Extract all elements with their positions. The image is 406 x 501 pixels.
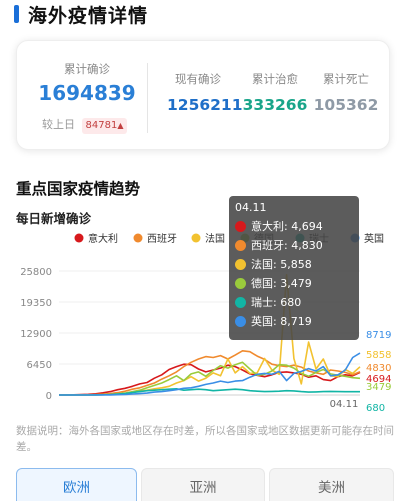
tooltip-row: 德国: 3,479 (235, 274, 353, 293)
tooltip-value: 意大利: 4,694 (251, 220, 323, 233)
chart-tooltip: 04.11 意大利: 4,694 西班牙: 4,830 法国: 5,858 德国: 3… (229, 196, 359, 340)
active-cases-value: 1256211 (167, 96, 243, 114)
tooltip-swatch (235, 240, 246, 251)
recovered-value: 333266 (242, 96, 308, 114)
legend-label: 英国 (364, 232, 384, 245)
y-tick-label: 19350 (20, 298, 52, 309)
tooltip-swatch (235, 297, 246, 308)
series-end-label: 3479 (366, 382, 391, 393)
tooltip-row: 法国: 5,858 (235, 255, 353, 274)
tooltip-swatch (235, 316, 246, 327)
confirmed-total-label: 累计确诊 (64, 62, 110, 76)
active-cases-label: 现有确诊 (175, 72, 221, 86)
x-axis-date-label: 04.11 (330, 399, 359, 410)
daily-change-value: 84781 (85, 120, 118, 131)
active-cases-stat: 现有确诊 1256211 (167, 71, 243, 114)
page-header: 海外疫情详情 (0, 0, 406, 28)
deaths-value: 105362 (313, 96, 379, 114)
tooltip-row: 意大利: 4,694 (235, 217, 353, 236)
page-title: 海外疫情详情 (28, 5, 149, 27)
deaths-label: 累计死亡 (323, 72, 369, 86)
legend-swatch (133, 233, 143, 243)
legend-label: 意大利 (88, 232, 118, 245)
trend-section-title: 重点国家疫情趋势 (16, 180, 141, 198)
series-end-label: 4830 (366, 363, 391, 374)
tooltip-value: 法国: 5,858 (251, 258, 312, 271)
y-tick-label: 6450 (27, 360, 52, 371)
tooltip-swatch (235, 278, 246, 289)
y-tick-label: 25800 (20, 267, 52, 278)
legend-swatch (191, 233, 201, 243)
legend-label: 法国 (205, 232, 225, 245)
tooltip-value: 西班牙: 4,830 (251, 239, 323, 252)
recovered-stat: 累计治愈 333266 (237, 71, 313, 114)
series-end-label: 5858 (366, 350, 391, 361)
card-divider (147, 63, 148, 133)
legend-swatch (74, 233, 84, 243)
summary-card: 累计确诊 1694839 较上日 84781▲ 现有确诊 1256211 累计治… (16, 40, 390, 150)
legend-label: 西班牙 (147, 233, 177, 245)
tab-europe[interactable]: 欧洲 (16, 468, 137, 501)
confirmed-total-value: 1694839 (38, 81, 136, 105)
y-tick-label: 0 (46, 391, 52, 402)
daily-change-label: 较上日 (42, 118, 75, 131)
tooltip-swatch (235, 259, 246, 270)
deaths-stat: 累计死亡 105362 (307, 71, 385, 114)
recovered-label: 累计治愈 (252, 72, 298, 86)
confirmed-total-stat: 累计确诊 1694839 (37, 61, 137, 105)
tooltip-value: 瑞士: 680 (251, 296, 302, 309)
daily-change: 较上日 84781▲ (42, 116, 128, 134)
tooltip-value: 英国: 8,719 (251, 315, 312, 328)
tooltip-row: 西班牙: 4,830 (235, 236, 353, 255)
tab-america[interactable]: 美洲 (269, 468, 394, 501)
title-accent-bar (14, 5, 19, 23)
tab-asia[interactable]: 亚洲 (141, 468, 265, 501)
tooltip-value: 德国: 3,479 (251, 277, 312, 290)
tooltip-date: 04.11 (235, 201, 267, 214)
daily-change-badge: 84781▲ (81, 118, 128, 134)
tooltip-swatch (235, 221, 246, 232)
arrow-up-icon: ▲ (117, 121, 124, 130)
series-end-label: 8719 (366, 330, 391, 341)
region-tabs: 欧洲 亚洲 美洲 (16, 468, 394, 501)
tooltip-row: 瑞士: 680 (235, 293, 353, 312)
data-note: 数据说明：海外各国家或地区存在时差，所以各国家或地区数据更新可能存在时间差。 (16, 425, 394, 453)
y-tick-label: 12900 (20, 329, 52, 340)
series-end-label: 680 (366, 403, 385, 414)
tooltip-row: 英国: 8,719 (235, 312, 353, 331)
